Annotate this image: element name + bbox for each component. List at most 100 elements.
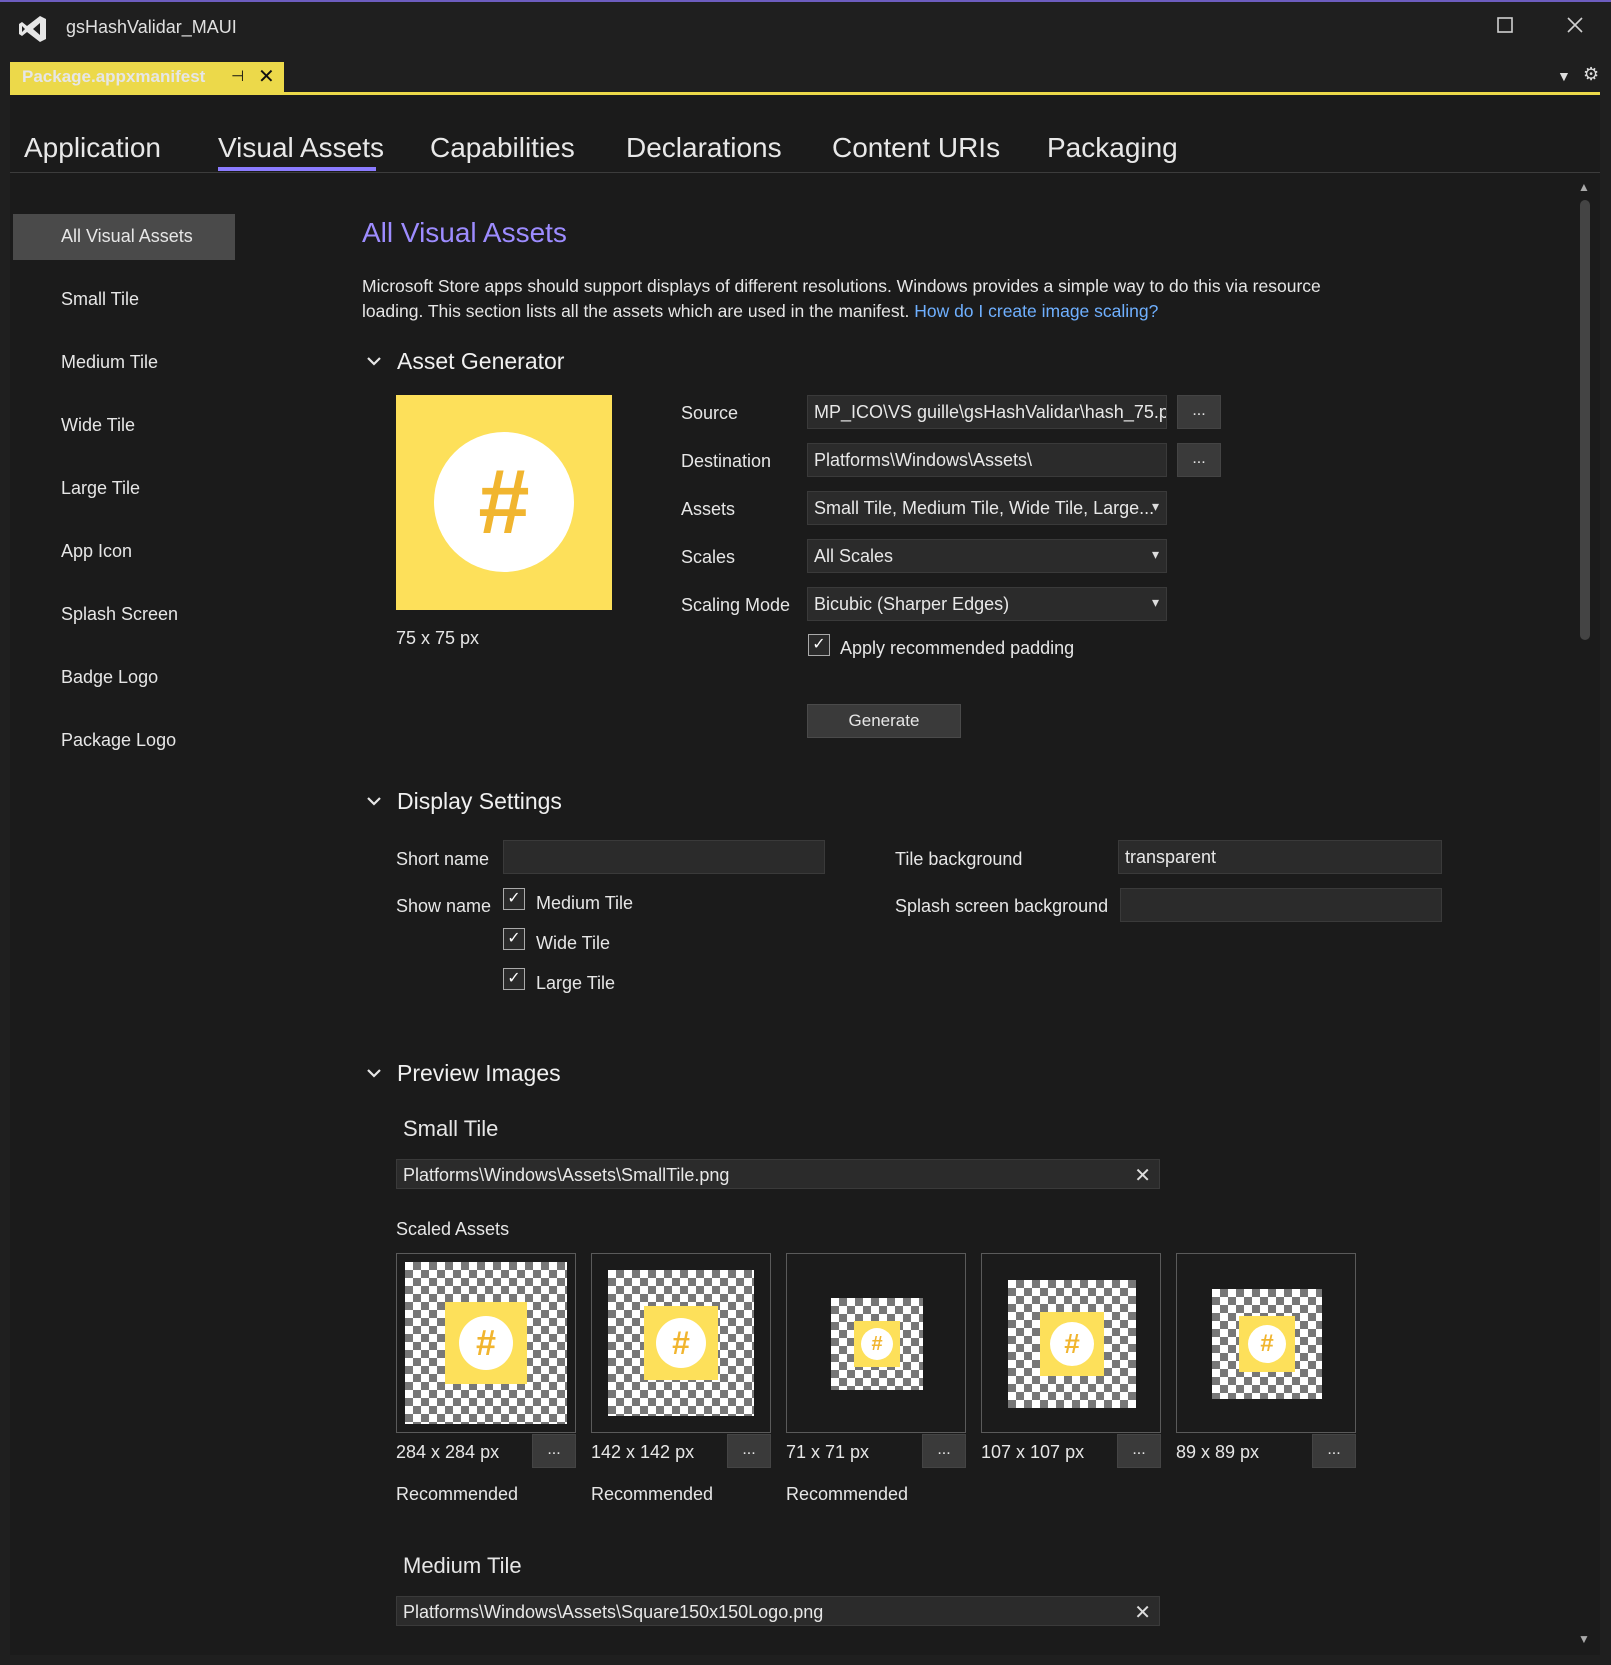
- scaled-asset-browse-button[interactable]: ...: [727, 1434, 771, 1468]
- asset-generator-heading: Asset Generator: [397, 348, 565, 374]
- scaled-asset-browse-button[interactable]: ...: [1117, 1434, 1161, 1468]
- maximize-icon[interactable]: [1496, 16, 1514, 38]
- nav-large-tile[interactable]: Large Tile: [13, 466, 235, 512]
- tile-background-field[interactable]: transparent: [1118, 840, 1442, 874]
- asset-image: #: [1239, 1316, 1295, 1372]
- splash-background-label: Splash screen background: [895, 896, 1109, 916]
- scaled-asset-thumbnail[interactable]: #: [396, 1253, 576, 1433]
- source-image-preview: #: [396, 395, 612, 610]
- description-text: Microsoft Store apps should support disp…: [362, 274, 1372, 324]
- show-name-large-checkbox[interactable]: ✓: [503, 968, 525, 990]
- show-name-wide-checkbox[interactable]: ✓: [503, 928, 525, 950]
- scaled-assets-label: Scaled Assets: [396, 1219, 510, 1239]
- settings-gear-icon[interactable]: ⚙: [1583, 64, 1599, 85]
- source-browse-button[interactable]: ...: [1177, 395, 1221, 429]
- medium-tile-path: Platforms\Windows\Assets\Square150x150Lo…: [403, 1602, 824, 1622]
- scroll-down-icon[interactable]: ▼: [1578, 1632, 1590, 1646]
- document-tab-label: Package.appxmanifest: [22, 67, 206, 86]
- close-window-icon[interactable]: [1566, 16, 1584, 38]
- visual-studio-logo-icon: [18, 14, 48, 44]
- asset-image: #: [644, 1306, 718, 1380]
- small-tile-heading: Small Tile: [403, 1116, 499, 1141]
- clear-small-tile-icon[interactable]: ✕: [1134, 1163, 1151, 1188]
- tab-declarations[interactable]: Declarations: [626, 132, 782, 164]
- padding-checkbox[interactable]: ✓: [808, 634, 830, 656]
- hash-gear-icon: #: [434, 432, 574, 572]
- preview-images-heading: Preview Images: [397, 1060, 561, 1086]
- scaled-asset-browse-button[interactable]: ...: [922, 1434, 966, 1468]
- nav-package-logo[interactable]: Package Logo: [13, 718, 235, 764]
- padding-label: Apply recommended padding: [840, 638, 1075, 658]
- tab-visual-assets[interactable]: Visual Assets: [218, 132, 384, 164]
- scaled-asset-size: 71 x 71 px: [786, 1442, 870, 1462]
- destination-browse-button[interactable]: ...: [1177, 443, 1221, 477]
- nav-splash-screen[interactable]: Splash Screen: [13, 592, 235, 638]
- source-label: Source: [681, 403, 739, 423]
- scaling-mode-dropdown[interactable]: Bicubic (Sharper Edges): [807, 587, 1167, 621]
- small-tile-path-field[interactable]: Platforms\Windows\Assets\SmallTile.png ✕: [396, 1159, 1160, 1189]
- scaling-mode-label: Scaling Mode: [681, 595, 791, 615]
- short-name-label: Short name: [396, 849, 490, 869]
- nav-all-visual-assets[interactable]: All Visual Assets: [13, 214, 235, 260]
- assets-dropdown[interactable]: Small Tile, Medium Tile, Wide Tile, Larg…: [807, 491, 1167, 525]
- show-name-medium-checkbox[interactable]: ✓: [503, 888, 525, 910]
- collapse-asset-generator-icon[interactable]: [366, 354, 382, 372]
- scaled-asset-note: Recommended: [396, 1484, 519, 1504]
- show-name-large-label: Large Tile: [536, 973, 616, 993]
- scales-dropdown[interactable]: All Scales: [807, 539, 1167, 573]
- hash-gear-icon: #: [1050, 1322, 1094, 1366]
- tab-application[interactable]: Application: [24, 132, 161, 164]
- scaled-asset-thumbnail[interactable]: #: [786, 1253, 966, 1433]
- asset-image: #: [854, 1321, 900, 1367]
- scales-label: Scales: [681, 547, 736, 567]
- medium-tile-path-field[interactable]: Platforms\Windows\Assets\Square150x150Lo…: [396, 1596, 1160, 1626]
- scrollbar-thumb[interactable]: [1580, 200, 1590, 640]
- title-bar: gsHashValidar_MAUI: [0, 0, 1611, 52]
- scaled-asset-thumbnail[interactable]: #: [591, 1253, 771, 1433]
- scaled-asset-thumbnail[interactable]: #: [981, 1253, 1161, 1433]
- nav-app-icon[interactable]: App Icon: [13, 529, 235, 575]
- tile-background-label: Tile background: [895, 849, 1023, 869]
- display-settings-heading: Display Settings: [397, 788, 562, 814]
- splash-background-field[interactable]: [1120, 888, 1442, 922]
- scaled-asset-browse-button[interactable]: ...: [532, 1434, 576, 1468]
- scaled-asset-size: 89 x 89 px: [1176, 1442, 1260, 1462]
- tab-packaging[interactable]: Packaging: [1047, 132, 1178, 164]
- hash-gear-icon: #: [1248, 1325, 1286, 1363]
- pin-icon[interactable]: ⊣: [231, 67, 244, 85]
- tab-list-dropdown-icon[interactable]: ▼: [1557, 68, 1571, 84]
- destination-field[interactable]: Platforms\Windows\Assets\: [807, 443, 1167, 477]
- nav-wide-tile[interactable]: Wide Tile: [13, 403, 235, 449]
- hash-gear-icon: #: [656, 1318, 706, 1368]
- tab-capabilities[interactable]: Capabilities: [430, 132, 575, 164]
- short-name-field[interactable]: [503, 840, 825, 874]
- hash-gear-icon: #: [459, 1316, 513, 1370]
- nav-badge-logo[interactable]: Badge Logo: [13, 655, 235, 701]
- close-tab-icon[interactable]: ✕: [258, 64, 275, 89]
- scaled-asset-browse-button[interactable]: ...: [1312, 1434, 1356, 1468]
- scaled-asset-size: 284 x 284 px: [396, 1442, 500, 1462]
- show-name-wide-label: Wide Tile: [536, 933, 611, 953]
- scaled-asset-thumbnail[interactable]: #: [1176, 1253, 1356, 1433]
- nav-medium-tile[interactable]: Medium Tile: [13, 340, 235, 386]
- nav-small-tile[interactable]: Small Tile: [13, 277, 235, 323]
- transparency-checker: #: [1008, 1280, 1136, 1408]
- scaled-asset-size: 107 x 107 px: [981, 1442, 1085, 1462]
- description-body: Microsoft Store apps should support disp…: [362, 276, 1321, 321]
- scaled-asset-size: 142 x 142 px: [591, 1442, 695, 1462]
- transparency-checker: #: [1212, 1289, 1322, 1399]
- transparency-checker: #: [831, 1298, 923, 1390]
- generate-button[interactable]: Generate: [807, 704, 961, 738]
- hash-gear-icon: #: [861, 1328, 893, 1360]
- document-tab[interactable]: Package.appxmanifest ⊣ ✕: [10, 62, 284, 92]
- collapse-preview-images-icon[interactable]: [366, 1066, 382, 1084]
- scroll-up-icon[interactable]: ▲: [1578, 180, 1590, 194]
- active-tab-indicator: [218, 167, 376, 171]
- source-field[interactable]: MP_ICO\VS guille\gsHashValidar\hash_75.p…: [807, 395, 1167, 429]
- tab-content-uris[interactable]: Content URIs: [832, 132, 1000, 164]
- asset-image: #: [445, 1302, 527, 1384]
- help-link[interactable]: How do I create image scaling?: [914, 301, 1158, 321]
- clear-medium-tile-icon[interactable]: ✕: [1134, 1600, 1151, 1625]
- window-title: gsHashValidar_MAUI: [66, 17, 237, 37]
- collapse-display-settings-icon[interactable]: [366, 794, 382, 812]
